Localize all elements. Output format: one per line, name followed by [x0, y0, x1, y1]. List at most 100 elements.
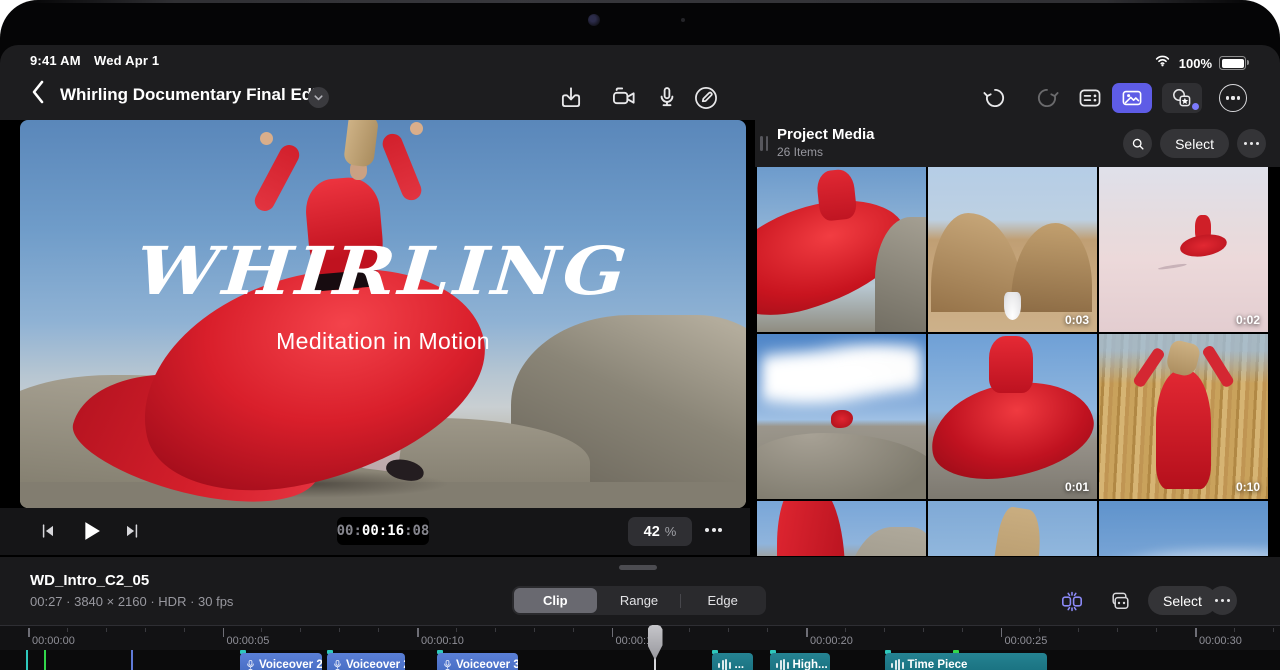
redo-button[interactable] — [1034, 85, 1060, 111]
media-thumbnail[interactable] — [1099, 501, 1268, 556]
more-icon — [705, 528, 722, 532]
audio-clip[interactable]: Time Piece — [885, 653, 1047, 670]
media-thumbnail[interactable]: 0:02 — [757, 334, 926, 499]
audio-clip[interactable]: High... — [770, 653, 830, 670]
front-camera — [588, 14, 600, 26]
panel-resize-handle[interactable] — [760, 136, 772, 151]
clip-duration: 0:10 — [1236, 480, 1260, 494]
media-thumbnail[interactable]: 0:10 — [1099, 334, 1268, 499]
play-icon — [76, 517, 104, 545]
duplicate-clip-button[interactable] — [1108, 589, 1132, 613]
pencil-tools-button[interactable] — [693, 85, 719, 111]
more-icon — [1215, 599, 1230, 602]
camera-sensor-dot — [681, 18, 685, 22]
media-panel-count: 26 Items — [777, 145, 823, 159]
media-thumbnail[interactable] — [928, 501, 1097, 556]
timecode-main: 00:16 — [362, 523, 404, 539]
chevron-down-icon — [312, 91, 325, 104]
audio-clip-label: ... — [735, 659, 745, 670]
timeline-select-button[interactable]: Select — [1148, 586, 1217, 615]
viewer-video-frame[interactable]: WHIRLING Meditation in Motion — [20, 120, 746, 508]
media-browser-button[interactable] — [1112, 83, 1152, 113]
selected-clip-info: 00:27 · 3840 × 2160 · HDR · 30 fps — [30, 594, 233, 609]
media-more-button[interactable] — [1237, 129, 1266, 158]
clip-edge-line — [26, 650, 28, 670]
ruler-label: 00:00:05 — [227, 635, 270, 647]
ruler-label: 00:00:20 — [810, 635, 853, 647]
audio-clip[interactable]: Voiceover 3 — [437, 653, 518, 670]
effects-badge-dot — [1192, 103, 1199, 110]
video-title-overlay: WHIRLING — [20, 232, 746, 310]
clip-duration: 0:03 — [1065, 313, 1089, 327]
record-voiceover-button[interactable] — [654, 85, 680, 111]
media-grid: 0:02 0:03 0:02 0:02 0:01 0:10 — [757, 167, 1270, 556]
audio-clip[interactable]: Voiceover 2 — [327, 653, 405, 670]
media-thumbnail[interactable]: 0:02 — [1099, 167, 1268, 332]
search-button[interactable] — [1123, 129, 1152, 158]
media-select-button[interactable]: Select — [1160, 129, 1229, 158]
inspector-button[interactable] — [1077, 85, 1103, 111]
mic-icon — [443, 659, 452, 670]
effects-button[interactable] — [1162, 83, 1202, 113]
clip-edge-line — [44, 650, 46, 670]
split-clip-icon — [1060, 589, 1084, 613]
pencil-icon — [693, 85, 719, 111]
ruler-label: 00:00:25 — [1005, 635, 1048, 647]
inspector-icon — [1077, 85, 1103, 111]
audio-clip-label: High... — [793, 659, 828, 670]
project-switcher-button[interactable] — [308, 87, 329, 108]
project-title[interactable]: Whirling Documentary Final Edit — [60, 85, 323, 105]
media-panel-title: Project Media — [777, 126, 875, 143]
skip-forward-button[interactable] — [122, 521, 142, 546]
undo-icon — [982, 85, 1008, 111]
mic-icon — [654, 85, 680, 111]
import-icon — [558, 85, 584, 111]
timeline-more-button[interactable] — [1208, 586, 1237, 615]
effects-icon — [1170, 86, 1194, 110]
media-thumbnail[interactable] — [757, 501, 926, 556]
play-button[interactable] — [76, 517, 104, 550]
status-time: 9:41 AM — [30, 53, 81, 68]
audio-clip-label: Time Piece — [908, 659, 968, 670]
zoom-level-control[interactable]: 42 % — [628, 517, 692, 546]
back-button[interactable] — [28, 79, 50, 105]
waveform-icon — [891, 658, 904, 670]
skip-back-icon — [38, 521, 58, 541]
redo-icon — [1034, 85, 1060, 111]
ruler-label: 00:00:10 — [421, 635, 464, 647]
viewer-more-button[interactable] — [705, 528, 722, 532]
timeline-panel: WD_Intro_C2_05 00:27 · 3840 × 2160 · HDR… — [0, 556, 1280, 670]
edit-mode-segmented: ClipRangeEdge — [512, 586, 766, 615]
clip-duration: 0:02 — [1236, 313, 1260, 327]
media-thumbnail[interactable]: 0:03 — [928, 167, 1097, 332]
panel-drag-handle[interactable] — [619, 565, 657, 570]
zoom-unit: % — [665, 524, 677, 539]
more-options-button[interactable] — [1219, 84, 1245, 110]
skip-back-button[interactable] — [38, 521, 58, 546]
mode-clip[interactable]: Clip — [514, 588, 597, 613]
clip-duration: 0:02 — [894, 313, 918, 327]
ipad-device: 9:41 AM Wed Apr 1 100% Whirling Document… — [0, 0, 1280, 670]
split-clip-button[interactable] — [1060, 589, 1084, 613]
media-thumbnail[interactable]: 0:01 — [928, 334, 1097, 499]
clip-duration: 0:02 — [894, 480, 918, 494]
status-date: Wed Apr 1 — [94, 53, 159, 68]
clip-edge-line — [131, 650, 133, 670]
duplicate-clip-icon — [1108, 589, 1132, 613]
audio-clip[interactable]: ... — [712, 653, 753, 670]
more-icon — [1244, 142, 1259, 145]
mode-range[interactable]: Range — [598, 588, 681, 613]
mic-icon — [246, 659, 255, 670]
undo-button[interactable] — [982, 85, 1008, 111]
audio-clip-label: Voiceover 2 — [259, 659, 322, 670]
timecode-frames: :08 — [404, 523, 429, 539]
media-thumbnail[interactable]: 0:02 — [757, 167, 926, 332]
waveform-icon — [718, 658, 731, 670]
timeline-ruler[interactable]: 00:00:0000:00:0500:00:1000:00:1500:00:20… — [0, 625, 1280, 651]
app-screen: 9:41 AM Wed Apr 1 100% Whirling Document… — [0, 45, 1280, 670]
import-button[interactable] — [558, 85, 584, 111]
mode-edge[interactable]: Edge — [681, 588, 764, 613]
record-video-button[interactable] — [611, 85, 637, 111]
timecode-display[interactable]: 00:00:16:08 — [337, 517, 429, 545]
audio-clip[interactable]: Voiceover 2 — [240, 653, 322, 670]
